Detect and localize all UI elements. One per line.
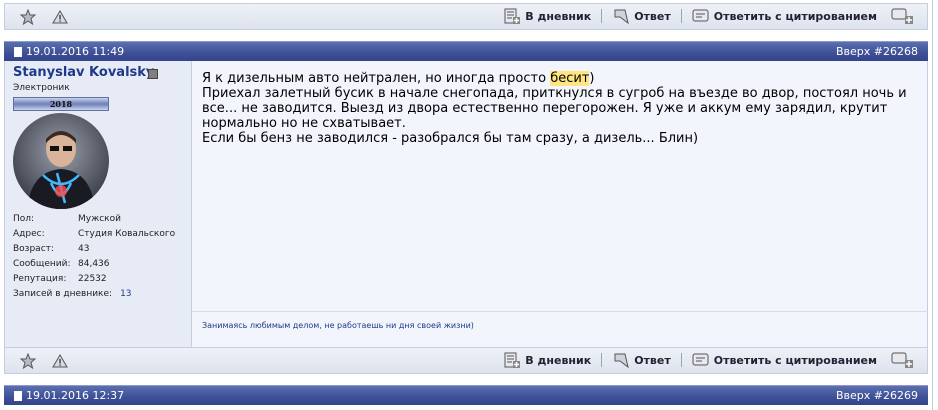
info-row-diary: Записей в дневнике: 13 [13,288,132,299]
post-date: 19.01.2016 11:49 [14,45,124,58]
page-edge-line [932,0,933,410]
diary-icon [504,352,521,368]
info-row: Пол: Мужской [13,213,121,224]
post-content: Я к дизельным авто нейтрален, но иногда … [192,61,928,347]
warning-icon[interactable] [51,352,69,370]
separator [601,353,603,367]
separator [680,9,682,23]
diary-label: В дневник [525,353,592,367]
quote-icon [692,353,709,366]
post-top-link[interactable]: Вверх #26269 [836,389,918,402]
separator [601,9,603,23]
diary-count-link[interactable]: 13 [120,289,131,299]
username[interactable]: Stanyslav Kovalsky [13,65,154,80]
user-title: Электроник [13,83,70,93]
info-row: Репутация: 22532 [13,273,107,284]
warning-icon[interactable] [51,8,69,26]
quote-icon [692,9,709,22]
quote-label: Ответить с цитированием [713,9,877,23]
message-paragraph: Приехал залетный бусик в начале снегопад… [202,86,907,131]
post-header: 19.01.2016 11:49 Вверх #26268 [4,41,928,61]
reply-label: Ответ [634,353,671,367]
star-icon[interactable] [19,8,37,26]
quote-label: Ответить с цитированием [713,353,877,367]
separator [680,353,682,367]
reply-icon [614,9,629,25]
reply-button[interactable]: Ответ [612,351,671,369]
rank-badge: 2018 [13,97,109,111]
diary-icon [504,8,521,24]
star-icon[interactable] [19,352,37,370]
multiquote-icon [891,352,913,368]
post-doc-icon [14,46,22,57]
signature-divider [192,311,928,312]
highlighted-word: бесит [550,71,590,86]
post-top-link[interactable]: Вверх #26268 [836,45,918,58]
multiquote-button[interactable] [891,351,919,369]
add-to-diary-button[interactable]: В дневник [503,7,591,25]
post-date-text: 19.01.2016 11:49 [26,45,125,58]
post-doc-icon [14,390,22,401]
post-message: Я к дизельным авто нейтрален, но иногда … [202,71,912,146]
post-date: 19.01.2016 12:37 [14,389,124,402]
user-panel: Stanyslav Kovalsky Электроник 2018 Пол: М… [4,61,192,347]
reply-label: Ответ [634,9,671,23]
post-actionbar-top: В дневник Ответ Ответить с цитированием [4,3,928,30]
diary-label: В дневник [525,9,592,23]
add-to-diary-button[interactable]: В дневник [503,351,591,369]
info-row: Сообщений: 84,436 [13,258,110,269]
info-row: Возраст: 43 [13,243,90,254]
multiquote-icon [891,8,913,24]
info-row: Адрес: Студия Ковальского [13,228,176,239]
quote-reply-button[interactable]: Ответить с цитированием [692,7,877,25]
multiquote-button[interactable] [891,7,919,25]
post-header: 19.01.2016 12:37 Вверх #26269 [4,385,928,405]
message-last-line: Если бы бенз не заводился - разобрался б… [202,131,699,146]
reply-icon [614,353,629,369]
post-actionbar-bottom: В дневник Ответ Ответить с цитированием [4,347,928,374]
user-info: Пол: Мужской Адрес: Студия Ковальского Воз… [13,211,175,301]
signature: Занимаясь любимым делом, не работаешь ни… [202,321,474,330]
avatar[interactable] [13,113,109,209]
reply-button[interactable]: Ответ [612,7,671,25]
offline-status-icon [148,69,158,79]
post-date-text: 19.01.2016 12:37 [26,389,125,402]
quote-reply-button[interactable]: Ответить с цитированием [692,351,877,369]
